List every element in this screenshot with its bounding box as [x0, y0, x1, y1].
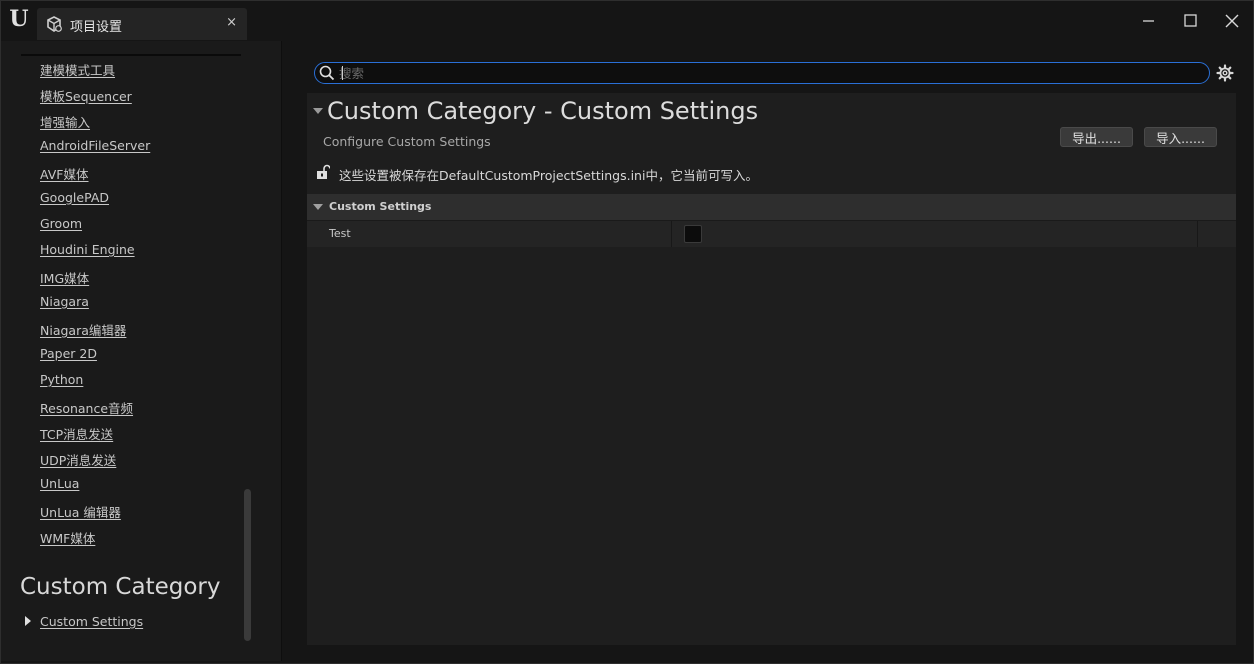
maximize-icon[interactable]	[1181, 11, 1201, 31]
sidebar-item[interactable]: AVF媒体	[40, 164, 89, 183]
close-icon[interactable]	[1222, 11, 1242, 31]
sidebar-item[interactable]: UnLua 编辑器	[40, 502, 121, 521]
divider	[21, 54, 241, 56]
sidebar-item[interactable]: Python	[40, 372, 83, 387]
property-label: Test	[329, 227, 351, 240]
sidebar-item[interactable]: TCP消息发送	[40, 424, 113, 443]
collapse-arrow-icon[interactable]	[313, 108, 323, 114]
column-divider[interactable]	[671, 221, 672, 247]
sidebar-item[interactable]: Resonance音频	[40, 398, 133, 417]
text-caret	[342, 66, 343, 80]
sidebar-item[interactable]: Groom	[40, 216, 82, 231]
sidebar-item[interactable]: UDP消息发送	[40, 450, 116, 469]
test-checkbox[interactable]	[684, 225, 702, 243]
sidebar-item[interactable]: GooglePAD	[40, 190, 109, 205]
tab-close-icon[interactable]: ×	[226, 15, 237, 30]
column-divider	[1197, 221, 1198, 247]
config-info-text: 这些设置被保存在DefaultCustomProjectSettings.ini…	[339, 168, 758, 183]
sidebar-item[interactable]: WMF媒体	[40, 528, 95, 547]
sidebar-item[interactable]: Paper 2D	[40, 346, 97, 361]
minimize-icon[interactable]	[1139, 11, 1159, 31]
sidebar-item[interactable]: Niagara编辑器	[40, 320, 126, 339]
details-panel: Custom Category - Custom Settings Config…	[307, 93, 1236, 645]
sidebar-item[interactable]: 模板Sequencer	[40, 86, 132, 105]
tab-label: 项目设置	[70, 20, 123, 35]
sidebar-item[interactable]: 建模模式工具	[40, 60, 115, 79]
collapse-arrow-icon	[313, 204, 323, 210]
search-icon	[319, 65, 335, 81]
import-button[interactable]: 导入......	[1144, 127, 1217, 147]
section-title: Custom Settings	[329, 200, 432, 213]
expand-arrow-icon[interactable]	[25, 616, 31, 626]
page-subtitle: Configure Custom Settings	[323, 134, 491, 149]
settings-navigation: 建模模式工具 模板Sequencer 增强输入 AndroidFileServe…	[1, 41, 282, 661]
title-bar: U 项目设置 ×	[1, 1, 1253, 41]
search-box[interactable]	[314, 62, 1210, 84]
unreal-logo-icon[interactable]: U	[7, 7, 31, 31]
page-title: Custom Category - Custom Settings	[327, 97, 759, 125]
sidebar-item[interactable]: 增强输入	[40, 112, 90, 131]
category-title: Custom Category	[20, 574, 221, 600]
sidebar-scrollbar[interactable]	[244, 489, 251, 641]
sidebar-item[interactable]: UnLua	[40, 476, 79, 491]
property-row-test: Test	[307, 220, 1236, 247]
project-settings-window: U 项目设置 × 建模模式工具 模板Sequencer 增强输入 Android…	[0, 0, 1254, 664]
search-input[interactable]	[339, 64, 1199, 82]
sidebar-item[interactable]: AndroidFileServer	[40, 138, 150, 153]
unlocked-icon	[317, 164, 330, 179]
sidebar-item[interactable]: IMG媒体	[40, 268, 89, 287]
sidebar-item[interactable]: Niagara	[40, 294, 89, 309]
settings-details: Custom Category - Custom Settings Config…	[283, 41, 1253, 661]
section-header-custom-settings[interactable]: Custom Settings	[307, 194, 1236, 220]
project-settings-icon	[47, 16, 62, 32]
gear-icon[interactable]	[1216, 64, 1234, 82]
tab-project-settings[interactable]: 项目设置 ×	[37, 8, 247, 40]
export-button[interactable]: 导出......	[1060, 127, 1133, 147]
sidebar-item-custom-settings[interactable]: Custom Settings	[40, 614, 143, 629]
sidebar-item[interactable]: Houdini Engine	[40, 242, 135, 257]
